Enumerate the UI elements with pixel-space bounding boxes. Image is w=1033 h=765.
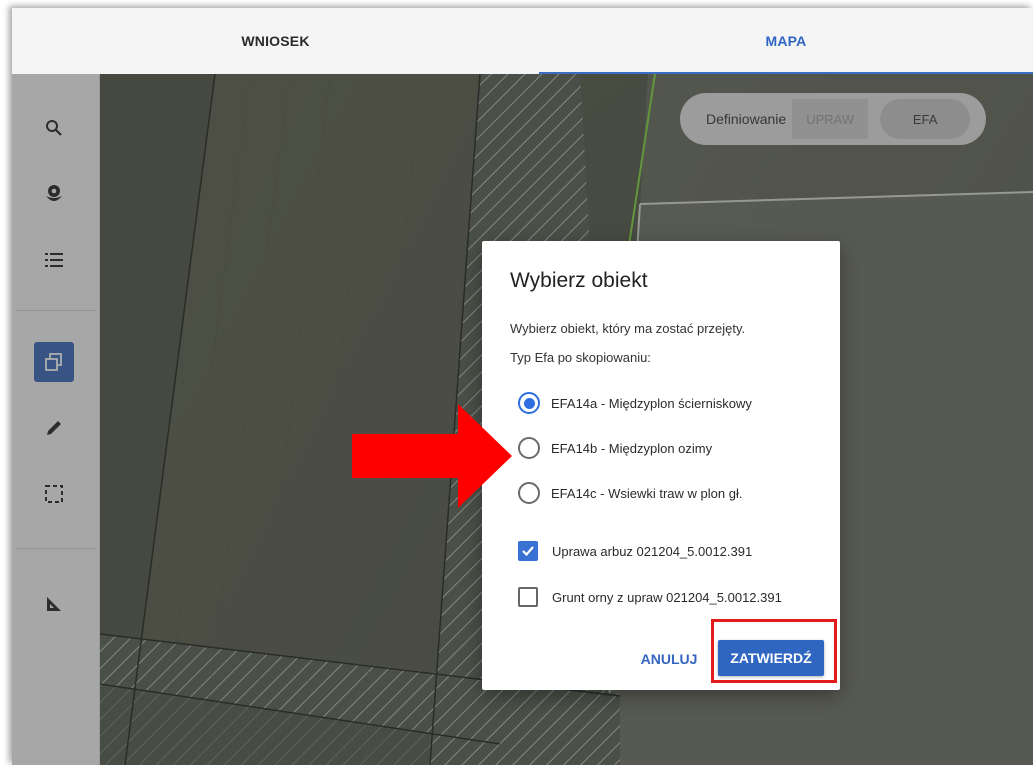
tab-bar: WNIOSEK MAPA [12, 8, 1033, 74]
dialog-description: Wybierz obiekt, który ma zostać przejęty… [510, 321, 746, 336]
checkbox-label: Grunt orny z upraw 021204_5.0012.391 [552, 589, 782, 605]
app-window: WNIOSEK MAPA Definiowanie UPRAW EFA Wybi… [12, 8, 1033, 765]
uprawa-checkbox-row[interactable]: Uprawa arbuz 021204_5.0012.391 [518, 540, 752, 562]
tab-mapa[interactable]: MAPA [539, 8, 1033, 74]
checkmark-icon [522, 546, 534, 557]
radio-button[interactable] [518, 482, 540, 504]
tab-wniosek[interactable]: WNIOSEK [12, 8, 539, 74]
option-label: EFA14c - Wsiewki traw w plon gł. [551, 485, 743, 501]
red-arrow-annotation [352, 404, 512, 508]
efa14a-radio-option[interactable]: EFA14a - Międzyplon ścierniskowy [518, 390, 752, 416]
efa14c-radio-option[interactable]: EFA14c - Wsiewki traw w plon gł. [518, 480, 742, 506]
dialog-title: Wybierz obiekt [510, 269, 648, 292]
efa-type-label: Typ Efa po skopiowaniu: [510, 350, 651, 365]
option-label: EFA14a - Międzyplon ścierniskowy [551, 395, 752, 411]
option-label: EFA14b - Międzyplon ozimy [551, 440, 713, 456]
radio-button[interactable] [518, 437, 540, 459]
checkbox-checked[interactable] [518, 541, 538, 561]
grunt-checkbox-row[interactable]: Grunt orny z upraw 021204_5.0012.391 [518, 586, 782, 608]
cancel-button[interactable]: ANULUJ [634, 641, 704, 677]
efa14b-radio-option[interactable]: EFA14b - Międzyplon ozimy [518, 435, 712, 461]
checkbox[interactable] [518, 587, 538, 607]
checkbox-label: Uprawa arbuz 021204_5.0012.391 [552, 543, 753, 559]
confirm-highlight-box [711, 619, 837, 683]
radio-button-checked[interactable] [518, 392, 540, 414]
